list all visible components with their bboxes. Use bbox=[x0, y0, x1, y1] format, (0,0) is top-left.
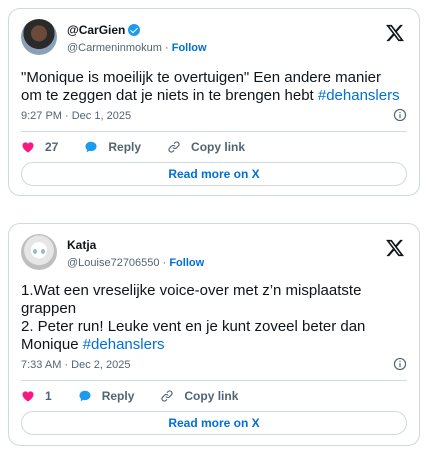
author-handle[interactable]: @Louise72706550 bbox=[67, 257, 160, 269]
avatar-eye bbox=[41, 249, 45, 254]
follow-button[interactable]: Follow bbox=[172, 42, 207, 54]
heart-icon bbox=[22, 391, 34, 402]
avatar-eye bbox=[33, 249, 37, 254]
tweet-text: "Monique is moeilijk te overtuigen" Een … bbox=[21, 69, 405, 105]
author-display-name[interactable]: @CarGien bbox=[67, 23, 207, 37]
author-display-name[interactable]: Katja bbox=[67, 238, 204, 252]
tweet-header: Katja @Louise72706550 · Follow bbox=[21, 234, 407, 274]
tweet-text: 1.Wat een vreselijke voice-over met z’n … bbox=[21, 282, 405, 354]
timestamp[interactable]: 9:27 PM · Dec 1, 2025 bbox=[21, 110, 131, 122]
like-button[interactable]: 27 bbox=[21, 140, 58, 154]
follow-button[interactable]: Follow bbox=[169, 257, 204, 269]
info-icon[interactable] bbox=[393, 357, 407, 371]
divider bbox=[21, 131, 407, 132]
action-bar: 1 Reply Copy link bbox=[21, 388, 264, 404]
x-logo-icon[interactable] bbox=[385, 238, 405, 258]
tweet-card: @CarGien @Carmeninmokum · Follow "Moniqu… bbox=[8, 8, 420, 196]
reply-label: Reply bbox=[101, 389, 135, 403]
avatar[interactable] bbox=[21, 19, 57, 55]
x-logo-icon[interactable] bbox=[385, 23, 405, 43]
link-icon bbox=[168, 141, 180, 153]
action-bar: 27 Reply Copy link bbox=[21, 139, 271, 155]
separator: · bbox=[162, 257, 167, 269]
like-button[interactable]: 1 bbox=[21, 389, 52, 403]
author-block: @CarGien @Carmeninmokum · Follow bbox=[67, 23, 207, 55]
verified-badge-icon bbox=[128, 24, 141, 36]
copy-link-label: Copy link bbox=[191, 140, 246, 154]
copy-link-button[interactable]: Copy link bbox=[167, 140, 245, 154]
tweet-card: Katja @Louise72706550 · Follow 1.Wat een… bbox=[8, 223, 420, 446]
avatar[interactable] bbox=[21, 234, 57, 270]
like-count: 27 bbox=[45, 140, 59, 154]
copy-link-label: Copy link bbox=[184, 389, 239, 403]
separator: · bbox=[164, 42, 169, 54]
link-icon bbox=[161, 390, 173, 402]
reply-button[interactable]: Reply bbox=[78, 389, 135, 403]
display-name-text[interactable]: @CarGien bbox=[67, 23, 125, 37]
hashtag-link[interactable]: #dehanslers bbox=[318, 87, 400, 104]
display-name-text[interactable]: Katja bbox=[67, 238, 96, 252]
heart-icon bbox=[22, 142, 34, 153]
reply-bubble-icon bbox=[79, 390, 91, 402]
tweet-text-body: 1.Wat een vreselijke voice-over met z’n … bbox=[21, 282, 366, 353]
tweet-meta: 7:33 AM · Dec 2, 2025 bbox=[21, 357, 407, 373]
timestamp[interactable]: 7:33 AM · Dec 2, 2025 bbox=[21, 359, 130, 371]
tweet-header: @CarGien @Carmeninmokum · Follow bbox=[21, 19, 407, 59]
like-count: 1 bbox=[45, 389, 52, 403]
reply-bubble-icon bbox=[85, 141, 97, 153]
handle-row: @Carmeninmokum · Follow bbox=[67, 41, 207, 55]
divider bbox=[21, 380, 407, 381]
read-more-button[interactable]: Read more on X bbox=[21, 411, 407, 435]
hashtag-link[interactable]: #dehanslers bbox=[83, 336, 165, 353]
copy-link-button[interactable]: Copy link bbox=[160, 389, 238, 403]
reply-label: Reply bbox=[108, 140, 142, 154]
author-block: Katja @Louise72706550 · Follow bbox=[67, 238, 204, 270]
tweet-meta: 9:27 PM · Dec 1, 2025 bbox=[21, 108, 407, 124]
reply-button[interactable]: Reply bbox=[84, 140, 141, 154]
info-icon[interactable] bbox=[393, 108, 407, 122]
read-more-button[interactable]: Read more on X bbox=[21, 162, 407, 186]
author-handle[interactable]: @Carmeninmokum bbox=[67, 42, 162, 54]
handle-row: @Louise72706550 · Follow bbox=[67, 256, 204, 270]
